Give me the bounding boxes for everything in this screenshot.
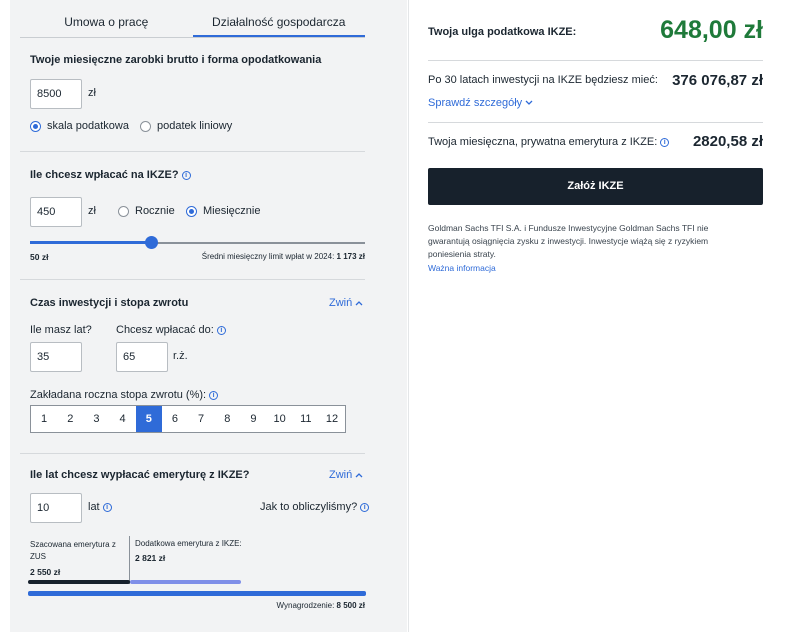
collapse-investment-link[interactable]: Zwiń bbox=[329, 297, 363, 309]
contribution-input[interactable]: 450 bbox=[30, 197, 82, 227]
limit-value: 1 173 zł bbox=[336, 252, 365, 261]
info-circle-icon[interactable]: i bbox=[102, 502, 112, 512]
slider-min-label: 50 zł bbox=[30, 252, 49, 262]
age-label: Ile masz lat? bbox=[30, 324, 92, 336]
payout-years-unit: lat bbox=[88, 501, 100, 513]
payout-years-input[interactable]: 10 bbox=[30, 493, 82, 523]
zus-bar bbox=[28, 580, 130, 584]
open-ikze-button[interactable]: Załóż IKZE bbox=[428, 168, 763, 205]
details-link[interactable]: Sprawdź szczegóły bbox=[428, 97, 533, 109]
bar-separator bbox=[129, 536, 130, 584]
results-panel bbox=[408, 0, 784, 632]
rate-option-12[interactable]: 12 bbox=[319, 406, 345, 432]
disclaimer: Goldman Sachs TFI S.A. i Fundusze Inwest… bbox=[428, 222, 748, 275]
rate-label-wrap: Zakładana roczna stopa zwrotu (%): i bbox=[30, 389, 219, 401]
rate-option-6[interactable]: 6 bbox=[162, 406, 188, 432]
radio-skala-podatkowa[interactable]: skala podatkowa bbox=[30, 120, 129, 132]
divider bbox=[428, 122, 763, 123]
radio-miesiecznie[interactable]: Miesięcznie bbox=[186, 205, 260, 217]
rate-option-9[interactable]: 9 bbox=[240, 406, 266, 432]
payout-title: Ile lat chcesz wypłacać emeryturę z IKZE… bbox=[30, 469, 250, 481]
earnings-unit: zł bbox=[88, 87, 96, 99]
rate-selector: 1 2 3 4 5 6 7 8 9 10 11 12 bbox=[30, 405, 346, 433]
rate-option-11[interactable]: 11 bbox=[293, 406, 319, 432]
contribution-slider-fill bbox=[30, 241, 151, 244]
salary-value: 8 500 zł bbox=[336, 601, 365, 610]
info-circle-icon[interactable]: i bbox=[209, 390, 219, 400]
contribution-unit: zł bbox=[88, 205, 96, 217]
radio-dot bbox=[140, 120, 151, 132]
divider bbox=[20, 279, 365, 280]
collapse-label: Zwiń bbox=[329, 469, 353, 481]
contribution-title-text: Ile chcesz wpłacać na IKZE? bbox=[30, 169, 179, 181]
contribution-title: Ile chcesz wpłacać na IKZE? i bbox=[30, 169, 191, 181]
limit-label: Średni miesięczny limit wpłat w 2024: bbox=[201, 252, 335, 261]
after-years-value: 376 076,87 zł bbox=[672, 72, 763, 89]
investment-title: Czas inwestycji i stopa zwrotu bbox=[30, 297, 189, 309]
rate-option-8[interactable]: 8 bbox=[214, 406, 240, 432]
important-info-link[interactable]: Ważna informacja bbox=[428, 262, 748, 275]
radio-label: podatek liniowy bbox=[157, 120, 233, 132]
rate-label: Zakładana roczna stopa zwrotu (%): bbox=[30, 389, 207, 401]
info-circle-icon[interactable]: i bbox=[181, 170, 191, 180]
zus-label: Szacowana emerytura z ZUS bbox=[30, 540, 116, 561]
relief-label: Twoja ulga podatkowa IKZE: bbox=[428, 26, 577, 38]
collapse-label: Zwiń bbox=[329, 297, 353, 309]
collapse-payout-link[interactable]: Zwiń bbox=[329, 469, 363, 481]
relief-value: 648,00 zł bbox=[660, 16, 763, 44]
chevron-down-icon bbox=[525, 100, 533, 106]
until-label-wrap: Chcesz wpłacać do: i bbox=[116, 324, 226, 336]
info-circle-icon[interactable]: i bbox=[216, 325, 226, 335]
radio-podatek-liniowy[interactable]: podatek liniowy bbox=[140, 120, 232, 132]
divider bbox=[20, 453, 365, 454]
how-label: Jak to obliczyliśmy? bbox=[260, 501, 358, 513]
age-input[interactable]: 35 bbox=[30, 342, 82, 372]
chevron-up-icon bbox=[355, 473, 363, 478]
earnings-title: Twoje miesięczne zarobki brutto i forma … bbox=[30, 54, 322, 66]
rate-option-7[interactable]: 7 bbox=[188, 406, 214, 432]
ikze-bar bbox=[130, 580, 241, 584]
info-circle-icon[interactable]: i bbox=[360, 502, 370, 512]
chevron-up-icon bbox=[355, 301, 363, 306]
radio-label: Miesięcznie bbox=[203, 205, 261, 217]
pension-value: 2820,58 zł bbox=[692, 133, 763, 150]
radio-dot-selected bbox=[30, 120, 41, 132]
rate-option-5[interactable]: 5 bbox=[135, 406, 162, 432]
rate-option-4[interactable]: 4 bbox=[110, 406, 136, 432]
zus-value: 2 550 zł bbox=[30, 567, 61, 577]
tab-dzialalnosc-gospodarcza[interactable]: Działalność gospodarcza bbox=[192, 8, 365, 37]
details-label: Sprawdź szczegóły bbox=[428, 97, 523, 109]
rate-option-3[interactable]: 3 bbox=[83, 406, 109, 432]
until-label: Chcesz wpłacać do: bbox=[116, 324, 214, 336]
radio-rocznie[interactable]: Rocznie bbox=[118, 205, 175, 217]
tab-umowa-o-prace[interactable]: Umowa o pracę bbox=[20, 8, 193, 37]
payout-years-unit-wrap: lat i bbox=[88, 501, 112, 513]
rate-option-10[interactable]: 10 bbox=[267, 406, 293, 432]
radio-dot-selected bbox=[186, 205, 197, 217]
salary-info: Wynagrodzenie: 8 500 zł bbox=[210, 601, 365, 610]
earnings-input[interactable]: 8500 bbox=[30, 79, 82, 109]
how-calculated-link[interactable]: Jak to obliczyliśmy? i bbox=[260, 501, 370, 513]
contribution-slider-thumb[interactable] bbox=[144, 236, 158, 249]
until-age-input[interactable]: 65 bbox=[116, 342, 168, 372]
rate-option-1[interactable]: 1 bbox=[31, 406, 57, 432]
radio-label: skala podatkowa bbox=[47, 120, 129, 132]
radio-dot bbox=[118, 205, 129, 217]
divider bbox=[20, 151, 365, 152]
salary-label: Wynagrodzenie: bbox=[276, 601, 335, 610]
ikze-label: Dodatkowa emerytura z IKZE: bbox=[135, 539, 242, 548]
radio-label: Rocznie bbox=[135, 205, 175, 217]
pension-label: Twoja miesięczna, prywatna emerytura z I… bbox=[428, 136, 658, 148]
salary-bar bbox=[28, 591, 366, 596]
ikze-value: 2 821 zł bbox=[135, 553, 166, 563]
until-unit: r.ż. bbox=[173, 350, 188, 362]
divider bbox=[428, 60, 763, 61]
employment-tabs: Umowa o pracę Działalność gospodarcza bbox=[20, 8, 365, 38]
pension-label-wrap: Twoja miesięczna, prywatna emerytura z I… bbox=[428, 136, 670, 148]
limit-info: Średni miesięczny limit wpłat w 2024: 1 … bbox=[196, 252, 365, 261]
disclaimer-text: Goldman Sachs TFI S.A. i Fundusze Inwest… bbox=[428, 223, 709, 259]
rate-option-2[interactable]: 2 bbox=[57, 406, 83, 432]
